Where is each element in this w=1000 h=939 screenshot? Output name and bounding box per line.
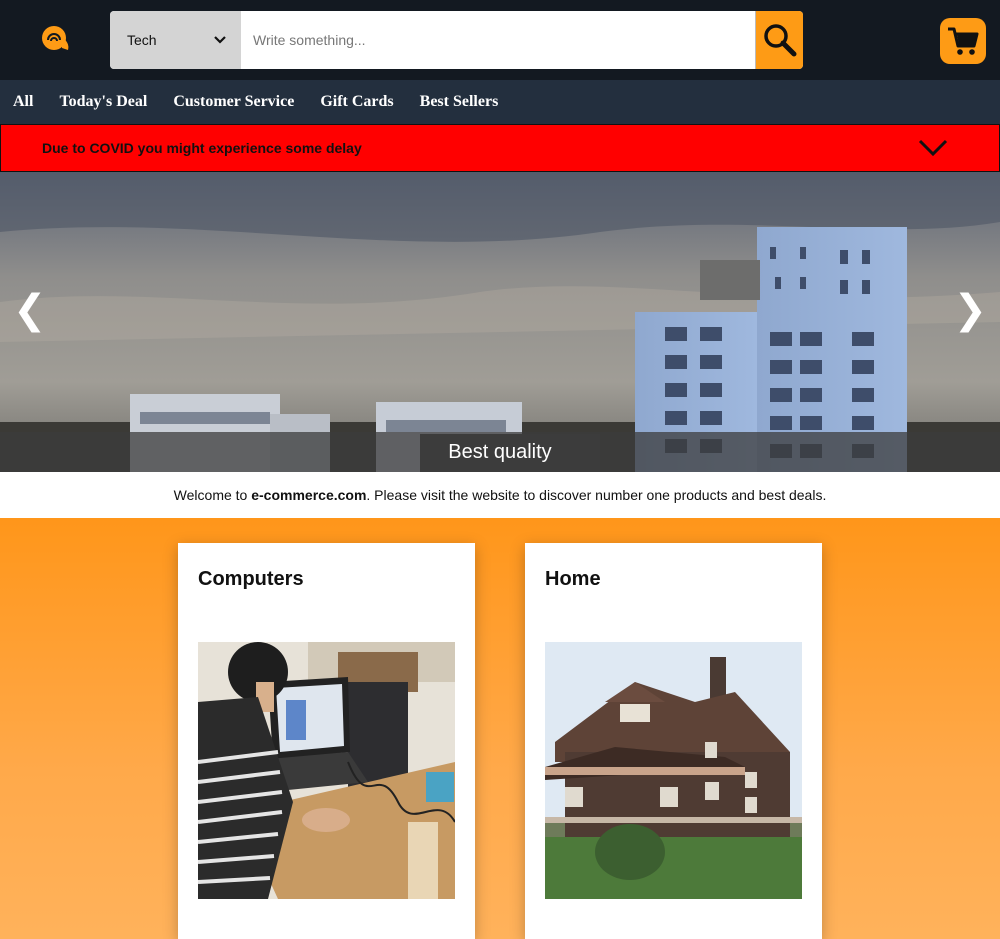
covid-banner-text: Due to COVID you might experience some d… bbox=[42, 140, 362, 156]
nav-item-all[interactable]: All bbox=[13, 93, 33, 111]
cart-icon bbox=[948, 27, 979, 55]
hero-carousel: ❮ ❯ Best quality bbox=[0, 172, 1000, 472]
card-title: Computers bbox=[198, 568, 304, 590]
cart-button[interactable] bbox=[940, 18, 986, 64]
carousel-next-button[interactable]: ❯ bbox=[953, 290, 987, 330]
category-card-home[interactable]: Home bbox=[525, 543, 822, 939]
search-icon bbox=[763, 24, 796, 57]
chevron-down-icon[interactable] bbox=[918, 138, 948, 158]
welcome-suffix: . Please visit the website to discover n… bbox=[366, 487, 827, 503]
hero-image bbox=[0, 172, 1000, 472]
hero-caption-bar: Best quality bbox=[0, 432, 1000, 472]
search-bar: Tech bbox=[110, 11, 803, 69]
home-image[interactable] bbox=[545, 642, 802, 899]
nav-item-customer-service[interactable]: Customer Service bbox=[173, 93, 294, 111]
search-button[interactable] bbox=[755, 11, 803, 69]
card-title: Home bbox=[545, 568, 601, 590]
category-select-value: Tech bbox=[127, 32, 157, 48]
chevron-down-icon bbox=[214, 36, 226, 44]
category-select[interactable]: Tech bbox=[110, 11, 241, 69]
category-card-computers[interactable]: Computers bbox=[178, 543, 475, 939]
logo-icon[interactable] bbox=[40, 24, 74, 54]
welcome-message: Welcome to e-commerce.com. Please visit … bbox=[0, 472, 1000, 518]
welcome-prefix: Welcome to bbox=[173, 487, 248, 503]
main-nav: All Today's Deal Customer Service Gift C… bbox=[0, 80, 1000, 124]
computers-image[interactable] bbox=[198, 642, 455, 899]
carousel-prev-button[interactable]: ❮ bbox=[13, 290, 47, 330]
nav-item-best-sellers[interactable]: Best Sellers bbox=[420, 93, 499, 111]
hero-caption: Best quality bbox=[448, 440, 552, 463]
header: Tech bbox=[0, 0, 1000, 80]
covid-banner: Due to COVID you might experience some d… bbox=[0, 124, 1000, 172]
nav-item-todays-deal[interactable]: Today's Deal bbox=[59, 93, 147, 111]
category-section: Computers Home bbox=[0, 518, 1000, 939]
welcome-site-name: e-commerce.com bbox=[251, 487, 367, 503]
search-input[interactable] bbox=[241, 11, 755, 69]
nav-item-gift-cards[interactable]: Gift Cards bbox=[320, 93, 393, 111]
